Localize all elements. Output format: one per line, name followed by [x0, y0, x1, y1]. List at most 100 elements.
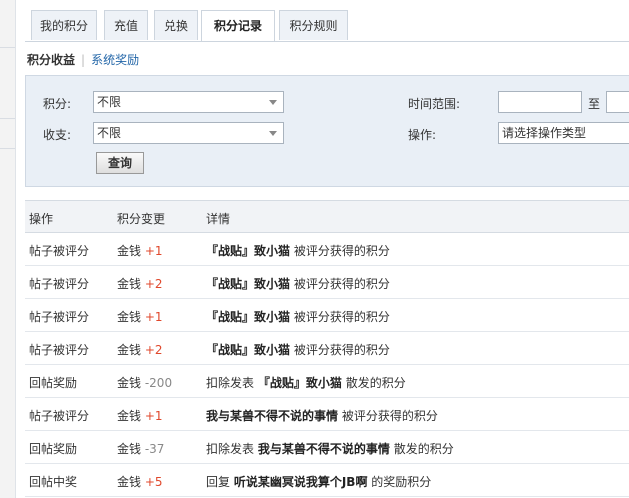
row-credit-change: 金钱 +2 [117, 275, 163, 292]
tab-credit-rules[interactable]: 积分规则 [279, 10, 348, 40]
detail-suffix: 被评分获得的积分 [341, 409, 438, 423]
type-label: 收支: [43, 128, 72, 142]
amount-value: +5 [144, 475, 163, 489]
tab-exchange[interactable]: 兑换 [154, 10, 198, 40]
type-select-value: 不限 [97, 126, 122, 140]
table-row: 帖子被评分 金钱 +1 『战贴』致小猫 被评分获得的积分 [25, 299, 629, 332]
tab-credit-log[interactable]: 积分记录 [201, 10, 275, 41]
table-row: 帖子被评分 金钱 +1 我与某兽不得不说的事情 被评分获得的积分 [25, 398, 629, 431]
detail-suffix: 被评分获得的积分 [293, 310, 390, 324]
sub-navigation: 积分收益 | 系统奖励 [27, 51, 139, 68]
row-credit-change: 金钱 +1 [117, 308, 163, 325]
table-row: 回帖奖励 金钱 -37 扣除发表 我与某兽不得不说的事情 散发的积分 [25, 431, 629, 464]
sidebar-divider [0, 118, 15, 119]
row-operation: 帖子被评分 [29, 277, 90, 291]
chevron-down-icon [269, 100, 277, 105]
thread-link[interactable]: 『战贴』致小猫 [258, 376, 342, 390]
row-credit-change: 金钱 +1 [117, 407, 163, 424]
row-detail: 『战贴』致小猫 被评分获得的积分 [206, 275, 390, 292]
subnav-credit-income[interactable]: 积分收益 [27, 53, 75, 67]
thread-link[interactable]: 『战贴』致小猫 [206, 277, 290, 291]
thread-link[interactable]: 我与某兽不得不说的事情 [258, 442, 390, 456]
header-credit-change: 积分变更 [117, 212, 166, 226]
detail-suffix: 被评分获得的积分 [293, 244, 390, 258]
thread-link[interactable]: 『战贴』致小猫 [206, 244, 290, 258]
row-operation: 回帖奖励 [29, 442, 78, 456]
header-detail: 详情 [206, 212, 231, 226]
amount-value: +1 [144, 409, 163, 423]
row-detail: 『战贴』致小猫 被评分获得的积分 [206, 341, 390, 358]
row-detail: 扣除发表 我与某兽不得不说的事情 散发的积分 [206, 440, 454, 457]
operation-select-value: 请选择操作类型 [502, 126, 587, 140]
amount-value: +2 [144, 343, 163, 357]
type-select[interactable]: 不限 [93, 122, 284, 144]
row-operation: 帖子被评分 [29, 343, 90, 357]
row-operation: 帖子被评分 [29, 244, 90, 258]
row-credit-change: 金钱 -200 [117, 374, 172, 391]
subnav-separator: | [81, 53, 86, 67]
header-operation: 操作 [29, 212, 54, 226]
table-row: 回帖奖励 金钱 -200 扣除发表 『战贴』致小猫 散发的积分 [25, 365, 629, 398]
row-detail: 『战贴』致小猫 被评分获得的积分 [206, 308, 390, 325]
time-range-label: 时间范围: [408, 97, 461, 111]
row-operation: 回帖奖励 [29, 376, 78, 390]
left-sidebar-edge [0, 0, 16, 498]
time-to-label: 至 [588, 97, 601, 111]
row-operation: 帖子被评分 [29, 310, 90, 324]
row-credit-change: 金钱 +2 [117, 341, 163, 358]
operation-select[interactable]: 请选择操作类型 [498, 122, 629, 144]
row-operation: 帖子被评分 [29, 409, 90, 423]
table-row: 回帖中奖 金钱 +5 回复 听说某幽冥说我算个JB啊 的奖励积分 [25, 464, 629, 497]
sidebar-divider [0, 47, 15, 48]
amount-value: +1 [144, 310, 163, 324]
detail-prefix: 扣除发表 [206, 442, 255, 456]
tab-bar: 我的积分 充值 兑换 积分记录 积分规则 [25, 0, 629, 42]
time-start-input[interactable] [498, 91, 582, 113]
table-row: 帖子被评分 金钱 +1 『战贴』致小猫 被评分获得的积分 [25, 233, 629, 266]
detail-suffix: 散发的积分 [393, 442, 454, 456]
table-header: 操作 积分变更 详情 [25, 200, 629, 233]
filter-panel: 积分: 不限 收支: 不限 查询 时间范围: 至 操作: 请选择操作类型 [25, 75, 629, 187]
amount-value: -37 [144, 442, 165, 456]
tab-recharge[interactable]: 充值 [104, 10, 148, 40]
detail-suffix: 被评分获得的积分 [293, 277, 390, 291]
credit-label: 积分: [43, 97, 72, 111]
detail-suffix: 散发的积分 [345, 376, 406, 390]
row-detail: 回复 听说某幽冥说我算个JB啊 的奖励积分 [206, 473, 431, 490]
row-credit-change: 金钱 +1 [117, 242, 163, 259]
detail-prefix: 扣除发表 [206, 376, 255, 390]
detail-prefix: 回复 [206, 475, 231, 489]
currency-name: 金钱 [117, 244, 142, 258]
time-end-input[interactable] [606, 91, 629, 113]
thread-link[interactable]: 『战贴』致小猫 [206, 343, 290, 357]
currency-name: 金钱 [117, 442, 142, 456]
amount-value: +1 [144, 244, 163, 258]
table-row: 帖子被评分 金钱 +2 『战贴』致小猫 被评分获得的积分 [25, 266, 629, 299]
row-detail: 扣除发表 『战贴』致小猫 散发的积分 [206, 374, 406, 391]
tab-my-credits[interactable]: 我的积分 [31, 10, 97, 40]
table-row: 帖子被评分 金钱 +2 『战贴』致小猫 被评分获得的积分 [25, 332, 629, 365]
sidebar-divider [0, 148, 15, 149]
operation-label: 操作: [408, 128, 437, 142]
row-credit-change: 金钱 +5 [117, 473, 163, 490]
amount-value: -200 [144, 376, 173, 390]
row-operation: 回帖中奖 [29, 475, 78, 489]
subnav-system-reward[interactable]: 系统奖励 [91, 53, 139, 67]
detail-suffix: 被评分获得的积分 [293, 343, 390, 357]
detail-suffix: 的奖励积分 [371, 475, 432, 489]
chevron-down-icon [269, 131, 277, 136]
query-button[interactable]: 查询 [96, 152, 144, 174]
row-credit-change: 金钱 -37 [117, 440, 164, 457]
credit-select[interactable]: 不限 [93, 91, 284, 113]
currency-name: 金钱 [117, 277, 142, 291]
row-detail: 『战贴』致小猫 被评分获得的积分 [206, 242, 390, 259]
thread-link[interactable]: 『战贴』致小猫 [206, 310, 290, 324]
currency-name: 金钱 [117, 475, 142, 489]
amount-value: +2 [144, 277, 163, 291]
thread-link[interactable]: 我与某兽不得不说的事情 [206, 409, 338, 423]
currency-name: 金钱 [117, 310, 142, 324]
thread-link[interactable]: 听说某幽冥说我算个JB啊 [234, 475, 368, 489]
credit-select-value: 不限 [97, 95, 122, 109]
currency-name: 金钱 [117, 376, 142, 390]
currency-name: 金钱 [117, 343, 142, 357]
